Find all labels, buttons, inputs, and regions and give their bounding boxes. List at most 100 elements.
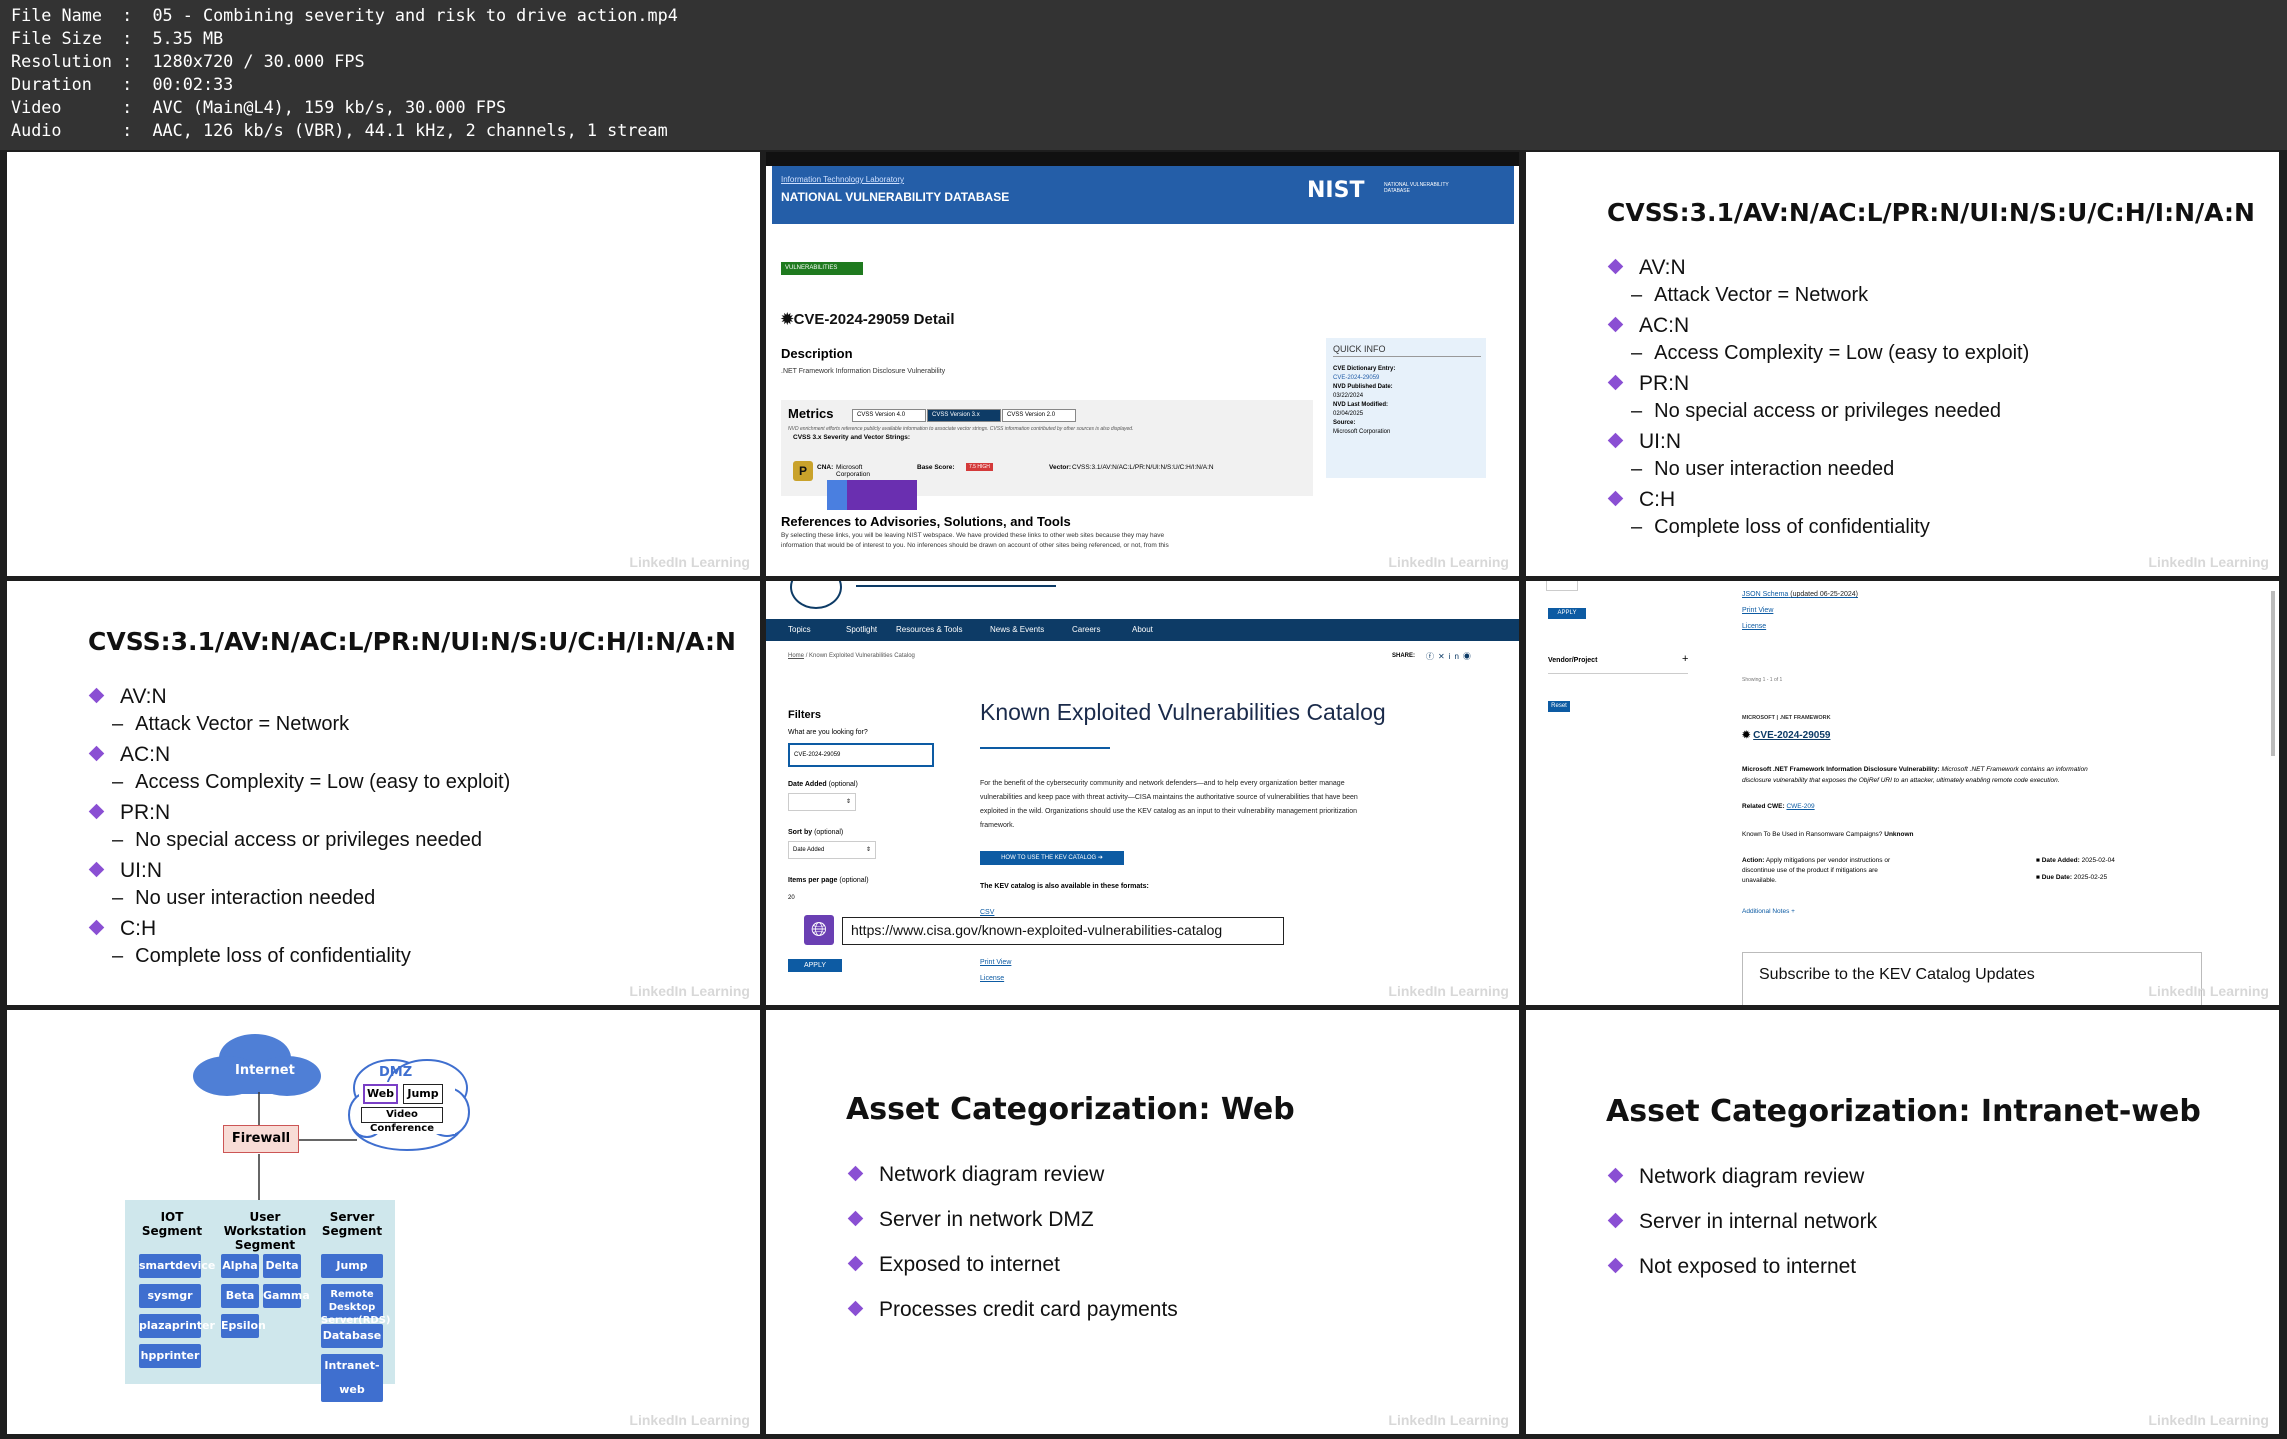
nav-news[interactable]: News & Events [990, 625, 1044, 634]
quick-info-panel: QUICK INFO CVE Dictionary Entry: CVE-202… [1326, 338, 1486, 478]
tab-cvss2[interactable]: CVSS Version 2.0 [1002, 409, 1076, 422]
server: Intranet-web [321, 1354, 383, 1402]
overlay-block-blue [827, 480, 847, 510]
link-csv[interactable]: CSV [980, 909, 994, 916]
page-title: Known Exploited Vulnerabilities Catalog [980, 699, 1386, 725]
tab-cvss3[interactable]: CVSS Version 3.x [927, 409, 1001, 422]
search-label: What are you looking for? [788, 729, 868, 736]
breadcrumb-home[interactable]: Home [788, 653, 804, 659]
nav-about[interactable]: About [1132, 625, 1153, 634]
date-added-select[interactable]: ⇕ [788, 793, 856, 811]
file-name: File Name : 05 - Combining severity and … [11, 5, 678, 25]
sort-by-select[interactable]: Date Added ⇕ [788, 841, 876, 859]
references-text-2: information that would be of interest to… [781, 542, 1169, 549]
references-heading: References to Advisories, Solutions, and… [781, 514, 1071, 529]
bullet-c: C:H [88, 917, 156, 941]
intro-text: For the benefit of the cybersecurity com… [980, 780, 1358, 829]
bullet-ui: UI:N [1607, 430, 1681, 454]
link-print[interactable]: Print View [980, 959, 1011, 966]
cve-link[interactable]: CVE-2024-29059 [1753, 730, 1830, 741]
items-per-page-label: Items per page (optional) [788, 877, 869, 884]
thumbnail-nvd: Information Technology Laboratory NATION… [766, 152, 1519, 576]
ransomware-row: Known To Be Used in Ransomware Campaigns… [1742, 831, 1914, 838]
server: Database [321, 1324, 383, 1348]
watermark: LinkedIn Learning [1388, 983, 1509, 999]
plus-icon[interactable]: + [1682, 653, 1688, 665]
subscribe-heading: Subscribe to the KEV Catalog Updates [1759, 966, 2035, 983]
diamond-bullet-icon [1607, 258, 1624, 275]
iot-device: smartdevice [139, 1254, 215, 1278]
thumbnail-cisa-kev: Topics Spotlight Resources & Tools News … [766, 581, 1519, 1005]
link-json[interactable]: JSON Schema (updated 06-25-2024) [1742, 589, 1858, 600]
diamond-bullet-icon [1607, 490, 1624, 507]
cna-value: Microsoft Corporation [836, 464, 870, 478]
resolution: Resolution : 1280x720 / 30.000 FPS [11, 51, 365, 71]
link-print[interactable]: Print View [1742, 605, 1858, 616]
server-segment-label: Server Segment [321, 1210, 383, 1238]
additional-notes-link[interactable]: Additional Notes + [1742, 908, 1795, 915]
qi-dict-value[interactable]: CVE-2024-29059 [1333, 375, 1379, 381]
diamond-bullet-icon [1607, 1167, 1624, 1184]
workstation: Beta [221, 1284, 259, 1308]
reset-button[interactable]: Reset [1548, 701, 1570, 712]
watermark: LinkedIn Learning [629, 1412, 750, 1428]
nvd-header: Information Technology Laboratory NATION… [772, 166, 1514, 224]
search-input[interactable]: CVE-2024-29059 [788, 743, 934, 767]
firewall-box: Firewall [223, 1125, 299, 1153]
bullet-av: AV:N [88, 685, 167, 709]
sub-bullet-av: – Attack Vector = Network [1631, 284, 1869, 306]
iot-device: hpprinter [139, 1344, 201, 1368]
description-heading: Description [781, 346, 853, 361]
items-per-page-select[interactable]: 20 [788, 889, 802, 907]
scrollbar-thumb[interactable] [2271, 591, 2275, 756]
sub-bullet-c: – Complete loss of confidentiality [1631, 516, 1930, 538]
bullet-item: Network diagram review [847, 1163, 1104, 1187]
select-box[interactable] [1546, 581, 1578, 591]
base-score-label: Base Score: [917, 464, 955, 471]
cwe-link[interactable]: CWE-209 [1786, 803, 1814, 810]
qi-pub-label: NVD Published Date: [1333, 384, 1393, 390]
nav-resources[interactable]: Resources & Tools [896, 625, 963, 634]
nav-topics[interactable]: Topics [788, 625, 811, 634]
internet-label: Internet [235, 1063, 295, 1078]
share-icons[interactable]: ⓕ✕in◉ [1426, 651, 1475, 662]
bullet-item: Not exposed to internet [1607, 1255, 1856, 1279]
vendor-line: MICROSOFT | .NET FRAMEWORK [1742, 715, 1831, 721]
diamond-bullet-icon [847, 1210, 864, 1227]
cve-link-row: ✹ CVE-2024-29059 [1742, 730, 1830, 741]
diamond-bullet-icon [88, 861, 105, 878]
link-license[interactable]: License [1742, 621, 1858, 632]
vulnerabilities-badge[interactable]: VULNERABILITIES [781, 262, 863, 275]
apply-button[interactable]: APPLY [788, 959, 842, 972]
qi-src-label: Source: [1333, 420, 1356, 426]
watermark: LinkedIn Learning [2148, 554, 2269, 570]
file-size: File Size : 5.35 MB [11, 28, 224, 48]
action-text: Action: Apply mitigations per vendor ins… [1742, 857, 1891, 884]
due-date: ■ Due Date: 2025-02-25 [2036, 874, 2108, 881]
link-license[interactable]: License [980, 975, 1004, 982]
tab-cvss4[interactable]: CVSS Version 4.0 [852, 409, 926, 422]
watermark: LinkedIn Learning [629, 554, 750, 570]
nav-careers[interactable]: Careers [1072, 625, 1100, 634]
sub-bullet-ac: – Access Complexity = Low (easy to exploi… [1631, 342, 2030, 364]
iot-device: plazaprinter [139, 1314, 215, 1338]
diamond-bullet-icon [88, 803, 105, 820]
itl-link[interactable]: Information Technology Laboratory [781, 175, 904, 184]
thumbnail-blank: LinkedIn Learning [7, 152, 760, 576]
qi-pub-value: 03/22/2024 [1333, 393, 1364, 399]
how-to-use-button[interactable]: HOW TO USE THE KEV CATALOG ➔ [980, 851, 1124, 865]
qi-mod-label: NVD Last Modified: [1333, 402, 1388, 408]
sub-bullet-ac: – Access Complexity = Low (easy to exploi… [112, 771, 511, 793]
base-score-badge[interactable]: 7.5 HIGH [966, 463, 993, 471]
bullet-pr: PR:N [1607, 372, 1689, 396]
nav-spotlight[interactable]: Spotlight [846, 625, 877, 634]
apply-button[interactable]: APPLY [1548, 608, 1586, 619]
description-text: .NET Framework Information Disclosure Vu… [781, 368, 946, 375]
watermark: LinkedIn Learning [629, 983, 750, 999]
cisa-seal-icon [790, 581, 842, 609]
diamond-bullet-icon [88, 745, 105, 762]
dmz-label: DMZ [379, 1065, 413, 1080]
diamond-bullet-icon [847, 1255, 864, 1272]
vendor-project-filter[interactable]: Vendor/Project [1548, 657, 1597, 664]
diamond-bullet-icon [1607, 1257, 1624, 1274]
